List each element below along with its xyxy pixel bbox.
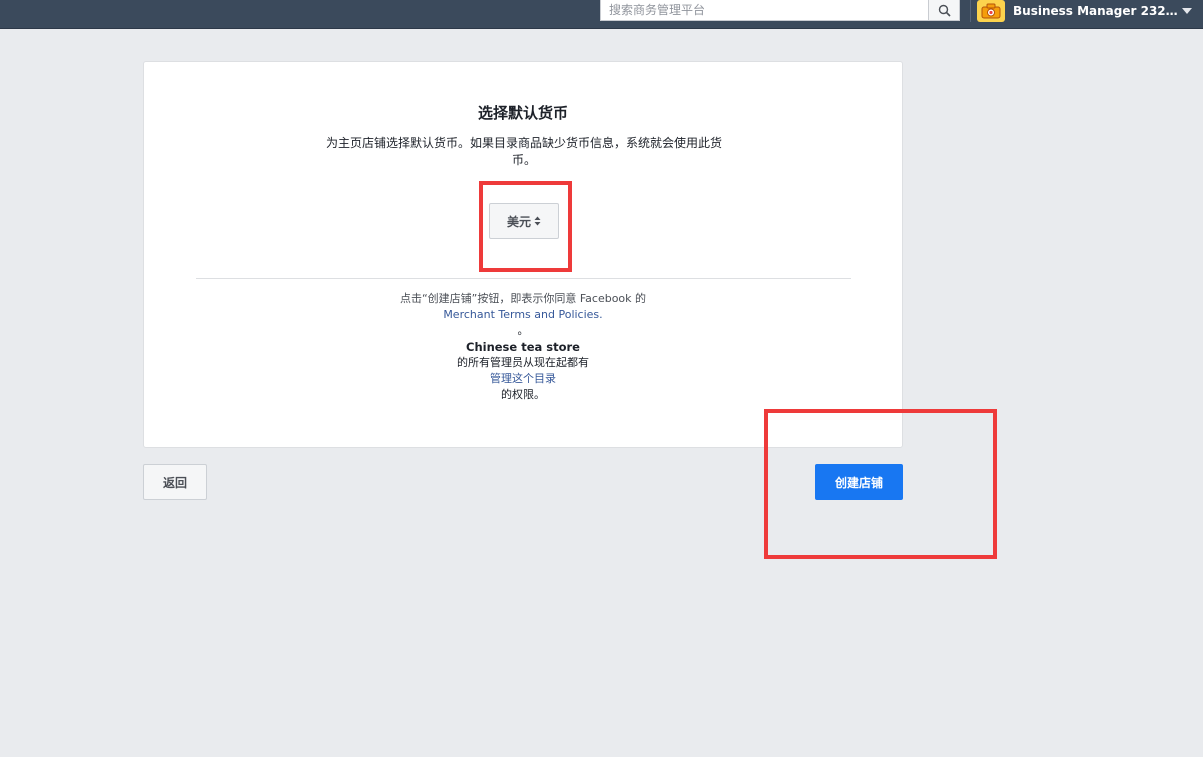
merchant-terms-link[interactable]: Merchant Terms and Policies. bbox=[144, 307, 902, 323]
caret-down-icon bbox=[1182, 8, 1192, 14]
up-down-arrows-icon bbox=[534, 216, 541, 226]
account-name: Business Manager 23223... bbox=[1013, 4, 1179, 18]
manage-catalog-link[interactable]: 管理这个目录 bbox=[144, 371, 902, 387]
store-name: Chinese tea store bbox=[466, 340, 580, 354]
currency-select[interactable]: 美元 bbox=[489, 203, 559, 239]
legal-admins-text: 的所有管理员从现在起都有 bbox=[457, 356, 589, 369]
search-button[interactable] bbox=[928, 0, 959, 20]
divider bbox=[196, 278, 851, 279]
legal-period: 。 bbox=[517, 324, 529, 337]
legal-notice: 点击“创建店铺”按钮，即表示你同意 Facebook 的 Merchant Te… bbox=[144, 291, 902, 403]
create-store-button[interactable]: 创建店铺 bbox=[815, 464, 903, 500]
search-icon bbox=[938, 4, 951, 17]
dialog-description: 为主页店铺选择默认货币。如果目录商品缺少货币信息，系统就会使用此货币。 bbox=[325, 136, 722, 167]
search-input[interactable] bbox=[601, 0, 928, 20]
dialog-title: 选择默认货币 bbox=[477, 104, 568, 122]
currency-selected-value: 美元 bbox=[506, 214, 531, 229]
search-box bbox=[600, 0, 960, 21]
business-avatar bbox=[977, 0, 1005, 22]
default-currency-card: 选择默认货币 为主页店铺选择默认货币。如果目录商品缺少货币信息，系统就会使用此货… bbox=[143, 61, 903, 448]
legal-agreement-text: 点击“创建店铺”按钮，即表示你同意 Facebook 的 bbox=[399, 292, 647, 305]
legal-permission-text: 的权限。 bbox=[501, 388, 545, 401]
top-navigation-bar: Business Manager 23223... bbox=[0, 0, 1203, 29]
back-button[interactable]: 返回 bbox=[143, 464, 207, 500]
account-switcher[interactable]: Business Manager 23223... bbox=[970, 0, 1193, 22]
camera-icon bbox=[981, 3, 1001, 19]
